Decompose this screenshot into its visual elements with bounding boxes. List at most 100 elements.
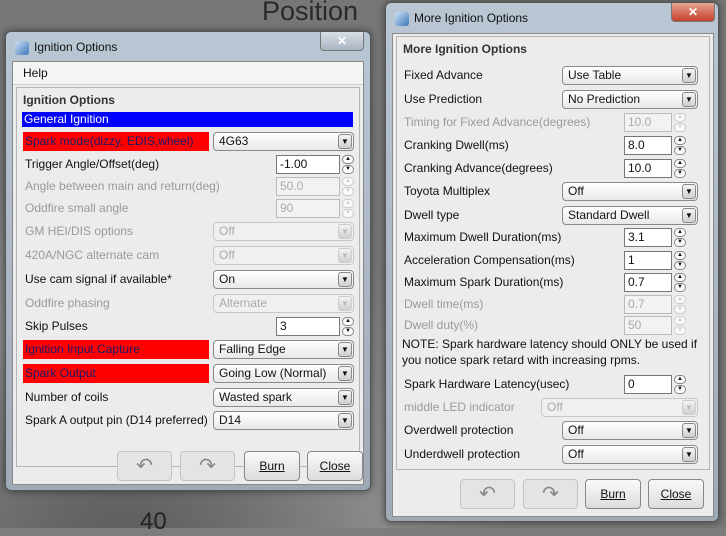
decrement-icon[interactable]: ▼	[342, 187, 354, 196]
decrement-icon[interactable]: ▼	[674, 326, 686, 335]
label-cranking-dwell-ms: Cranking Dwell(ms)	[404, 138, 509, 152]
value-input[interactable]: 8.0	[624, 136, 672, 155]
spinner-acceleration-compensation-ms[interactable]: 1 ▲ ▼	[624, 251, 686, 270]
close-window-button[interactable]: ✕	[320, 32, 364, 51]
chevron-down-icon[interactable]: ▼	[338, 366, 352, 381]
select-spark-a-output-pin-d14-preferred[interactable]: D14 ▼	[213, 411, 354, 430]
value-input[interactable]: 3	[276, 317, 340, 336]
chevron-down-icon[interactable]: ▼	[338, 296, 352, 311]
spinner-angle-between-main-and-return-deg[interactable]: 50.0 ▲ ▼	[276, 177, 354, 196]
chevron-down-icon[interactable]: ▼	[682, 423, 696, 438]
select-spark-mode-dizzy-edis-wheel[interactable]: 4G63 ▼	[213, 132, 354, 151]
select-spark-output[interactable]: Going Low (Normal) ▼	[213, 364, 354, 383]
spinner-maximum-dwell-duration-ms[interactable]: 3.1 ▲ ▼	[624, 228, 686, 247]
chevron-down-icon[interactable]: ▼	[338, 134, 352, 149]
increment-icon[interactable]: ▲	[342, 199, 354, 208]
decrement-icon[interactable]: ▼	[342, 209, 354, 218]
value-input[interactable]: 10.0	[624, 159, 672, 178]
close-window-button[interactable]: ✕	[671, 3, 715, 22]
decrement-icon[interactable]: ▼	[342, 165, 354, 174]
select-420a-ngc-alternate-cam[interactable]: Off ▼	[213, 246, 354, 265]
menu-help[interactable]: Help	[23, 66, 48, 80]
decrement-icon[interactable]: ▼	[674, 146, 686, 155]
decrement-icon[interactable]: ▼	[674, 238, 686, 247]
spinner-trigger-angle-offset-deg[interactable]: -1.00 ▲ ▼	[276, 155, 354, 174]
chevron-down-icon[interactable]: ▼	[338, 413, 352, 428]
increment-icon[interactable]: ▲	[674, 113, 686, 122]
increment-icon[interactable]: ▲	[674, 375, 686, 384]
chevron-down-icon[interactable]: ▼	[338, 248, 352, 263]
select-use-cam-signal-if-available[interactable]: On ▼	[213, 270, 354, 289]
increment-icon[interactable]: ▲	[342, 177, 354, 186]
label-skip-pulses: Skip Pulses	[25, 319, 88, 333]
select-use-prediction[interactable]: No Prediction ▼	[562, 90, 698, 109]
decrement-icon[interactable]: ▼	[342, 327, 354, 336]
spinner-skip-pulses[interactable]: 3 ▲ ▼	[276, 317, 354, 336]
burn-button[interactable]: Burn	[244, 451, 300, 481]
value-input[interactable]: 0.7	[624, 273, 672, 292]
decrement-icon[interactable]: ▼	[674, 123, 686, 132]
select-underdwell-protection[interactable]: Off ▼	[562, 445, 698, 464]
increment-icon[interactable]: ▲	[674, 251, 686, 260]
redo-button[interactable]: ↷	[180, 451, 235, 481]
spinner-oddfire-small-angle[interactable]: 90 ▲ ▼	[276, 199, 354, 218]
value-input[interactable]: 3.1	[624, 228, 672, 247]
decrement-icon[interactable]: ▼	[674, 283, 686, 292]
value-input[interactable]: 1	[624, 251, 672, 270]
spinner-cranking-dwell-ms[interactable]: 8.0 ▲ ▼	[624, 136, 686, 155]
select-dwell-type[interactable]: Standard Dwell ▼	[562, 206, 698, 225]
value-input[interactable]: 50.0	[276, 177, 340, 196]
increment-icon[interactable]: ▲	[674, 316, 686, 325]
decrement-icon[interactable]: ▼	[674, 261, 686, 270]
increment-icon[interactable]: ▲	[674, 273, 686, 282]
increment-icon[interactable]: ▲	[342, 155, 354, 164]
value-input[interactable]: -1.00	[276, 155, 340, 174]
undo-button[interactable]: ↶	[460, 479, 515, 509]
select-number-of-coils[interactable]: Wasted spark ▼	[213, 388, 354, 407]
value-input[interactable]: 10.0	[624, 113, 672, 132]
close-button[interactable]: Close	[648, 479, 704, 509]
chevron-down-icon[interactable]: ▼	[682, 184, 696, 199]
undo-button[interactable]: ↶	[117, 451, 172, 481]
increment-icon[interactable]: ▲	[674, 159, 686, 168]
panel-title: Ignition Options	[23, 93, 115, 107]
label-angle-between-main-and-return-deg: Angle between main and return(deg)	[25, 179, 220, 193]
spinner-dwell-time-ms[interactable]: 0.7 ▲ ▼	[624, 295, 686, 314]
spinner-spark-hardware-latency-usec[interactable]: 0 ▲ ▼	[624, 375, 686, 394]
select-overdwell-protection[interactable]: Off ▼	[562, 421, 698, 440]
chevron-down-icon[interactable]: ▼	[338, 224, 352, 239]
redo-button[interactable]: ↷	[523, 479, 578, 509]
value-input[interactable]: 50	[624, 316, 672, 335]
increment-icon[interactable]: ▲	[674, 136, 686, 145]
select-oddfire-phasing[interactable]: Alternate ▼	[213, 294, 354, 313]
spinner-dwell-duty[interactable]: 50 ▲ ▼	[624, 316, 686, 335]
select-gm-hei-dis-options[interactable]: Off ▼	[213, 222, 354, 241]
decrement-icon[interactable]: ▼	[674, 305, 686, 314]
select-middle-led-indicator[interactable]: Off ▼	[541, 398, 698, 417]
chevron-down-icon[interactable]: ▼	[682, 92, 696, 107]
select-ignition-input-capture[interactable]: Falling Edge ▼	[213, 340, 354, 359]
decrement-icon[interactable]: ▼	[674, 385, 686, 394]
value-input[interactable]: 0.7	[624, 295, 672, 314]
chevron-down-icon[interactable]: ▼	[338, 342, 352, 357]
label-420a-ngc-alternate-cam: 420A/NGC alternate cam	[25, 248, 160, 262]
spinner-maximum-spark-duration-ms[interactable]: 0.7 ▲ ▼	[624, 273, 686, 292]
select-toyota-multiplex[interactable]: Off ▼	[562, 182, 698, 201]
decrement-icon[interactable]: ▼	[674, 169, 686, 178]
spinner-cranking-advance-degrees[interactable]: 10.0 ▲ ▼	[624, 159, 686, 178]
increment-icon[interactable]: ▲	[674, 295, 686, 304]
chevron-down-icon[interactable]: ▼	[338, 272, 352, 287]
close-button[interactable]: Close	[307, 451, 363, 481]
select-fixed-advance[interactable]: Use Table ▼	[562, 66, 698, 85]
burn-button[interactable]: Burn	[585, 479, 641, 509]
spinner-timing-for-fixed-advance-degrees[interactable]: 10.0 ▲ ▼	[624, 113, 686, 132]
increment-icon[interactable]: ▲	[674, 228, 686, 237]
increment-icon[interactable]: ▲	[342, 317, 354, 326]
chevron-down-icon[interactable]: ▼	[682, 68, 696, 83]
chevron-down-icon[interactable]: ▼	[682, 400, 696, 415]
chevron-down-icon[interactable]: ▼	[682, 447, 696, 462]
chevron-down-icon[interactable]: ▼	[338, 390, 352, 405]
value-input[interactable]: 90	[276, 199, 340, 218]
value-input[interactable]: 0	[624, 375, 672, 394]
chevron-down-icon[interactable]: ▼	[682, 208, 696, 223]
